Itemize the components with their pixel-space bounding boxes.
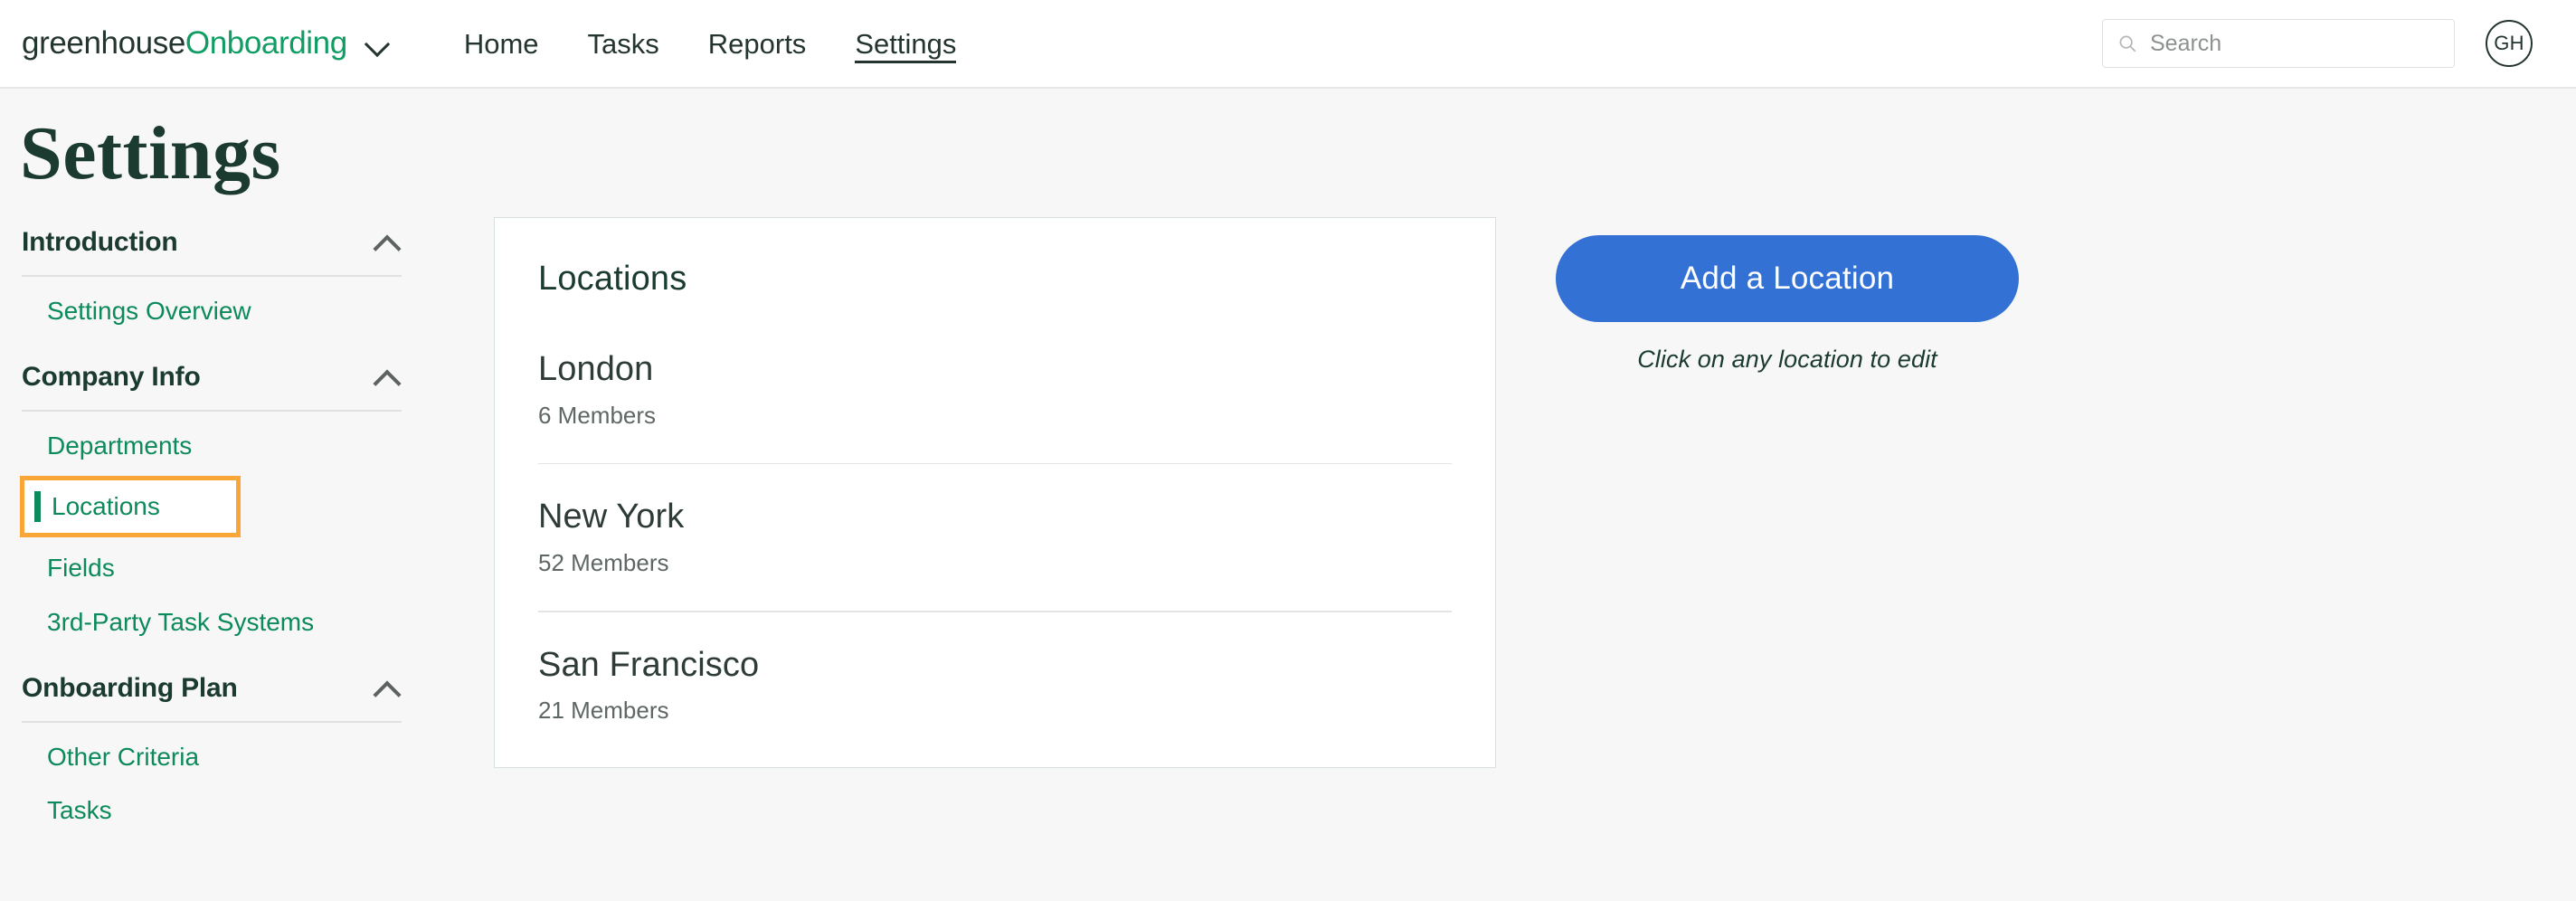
- main-navigation: Home Tasks Reports Settings: [440, 0, 981, 87]
- sidebar-section-onboarding-plan[interactable]: Onboarding Plan: [20, 669, 423, 708]
- brand-name-secondary: Onboarding: [185, 25, 347, 61]
- location-member-count: 6 Members: [538, 401, 657, 429]
- sidebar-item-settings-overview[interactable]: Settings Overview: [20, 284, 423, 338]
- locations-card: Locations London 6 Members New York 52 M…: [494, 217, 1496, 768]
- avatar[interactable]: GH: [2486, 20, 2533, 67]
- sidebar-item-other-criteria[interactable]: Other Criteria: [20, 730, 423, 784]
- chevron-up-icon[interactable]: [371, 233, 402, 251]
- nav-item-home[interactable]: Home: [440, 0, 564, 87]
- nav-item-tasks[interactable]: Tasks: [564, 0, 684, 87]
- sidebar-section-company-info[interactable]: Company Info: [20, 357, 423, 397]
- sidebar-item-label: Locations: [52, 492, 160, 521]
- list-divider: [538, 462, 1452, 465]
- brand-logo[interactable]: greenhouseOnboarding: [22, 25, 389, 62]
- active-indicator-bar: [34, 491, 41, 522]
- chevron-up-icon[interactable]: [371, 679, 402, 697]
- sidebar-links-onboarding-plan: Other Criteria Tasks: [20, 723, 423, 838]
- chevron-down-icon[interactable]: [365, 32, 389, 55]
- chevron-up-icon[interactable]: [371, 368, 402, 386]
- nav-item-settings[interactable]: Settings: [830, 0, 980, 87]
- locations-actions: Add a Location Click on any location to …: [1556, 215, 2019, 374]
- main-layout: Introduction Settings Overview Company I…: [0, 215, 2576, 838]
- search-input[interactable]: Search: [2102, 19, 2455, 68]
- brand-name-primary: greenhouse: [22, 25, 185, 61]
- sidebar-section-introduction[interactable]: Introduction: [20, 223, 423, 262]
- add-a-location-button[interactable]: Add a Location: [1556, 235, 2019, 323]
- sidebar-section-title: Introduction: [22, 227, 178, 258]
- location-name: London: [538, 350, 654, 389]
- location-name: New York: [538, 498, 685, 536]
- location-row-new-york[interactable]: New York 52 Members: [495, 497, 1495, 577]
- location-row-san-francisco[interactable]: San Francisco 21 Members: [495, 645, 1495, 726]
- sidebar-links-company-info: Departments Locations Fields 3rd-Party T…: [20, 412, 423, 649]
- edit-hint-text: Click on any location to edit: [1637, 346, 1937, 374]
- sidebar-item-fields[interactable]: Fields: [20, 541, 423, 595]
- search-icon: [2119, 35, 2136, 52]
- sidebar-section-title: Onboarding Plan: [22, 673, 238, 704]
- location-name: San Francisco: [538, 645, 760, 684]
- sidebar-links-introduction: Settings Overview: [20, 277, 423, 338]
- location-member-count: 52 Members: [538, 549, 669, 577]
- settings-sidebar: Introduction Settings Overview Company I…: [20, 215, 423, 838]
- header-right-group: Search GH: [2102, 19, 2533, 68]
- locations-list: London 6 Members New York 52 Members San…: [495, 349, 1495, 725]
- sidebar-item-locations[interactable]: Locations: [20, 476, 241, 537]
- search-placeholder-text: Search: [2150, 30, 2222, 56]
- list-divider: [538, 611, 1452, 612]
- location-row-london[interactable]: London 6 Members: [495, 349, 1495, 430]
- sidebar-item-departments[interactable]: Departments: [20, 419, 423, 473]
- top-header-bar: greenhouseOnboarding Home Tasks Reports …: [0, 0, 2576, 89]
- page-title: Settings: [20, 111, 281, 195]
- sidebar-item-3rd-party-task-systems[interactable]: 3rd-Party Task Systems: [20, 595, 423, 650]
- sidebar-item-tasks[interactable]: Tasks: [20, 783, 423, 838]
- nav-item-reports[interactable]: Reports: [684, 0, 831, 87]
- location-member-count: 21 Members: [538, 697, 669, 725]
- card-title: Locations: [538, 260, 687, 299]
- sidebar-section-title: Company Info: [22, 362, 201, 393]
